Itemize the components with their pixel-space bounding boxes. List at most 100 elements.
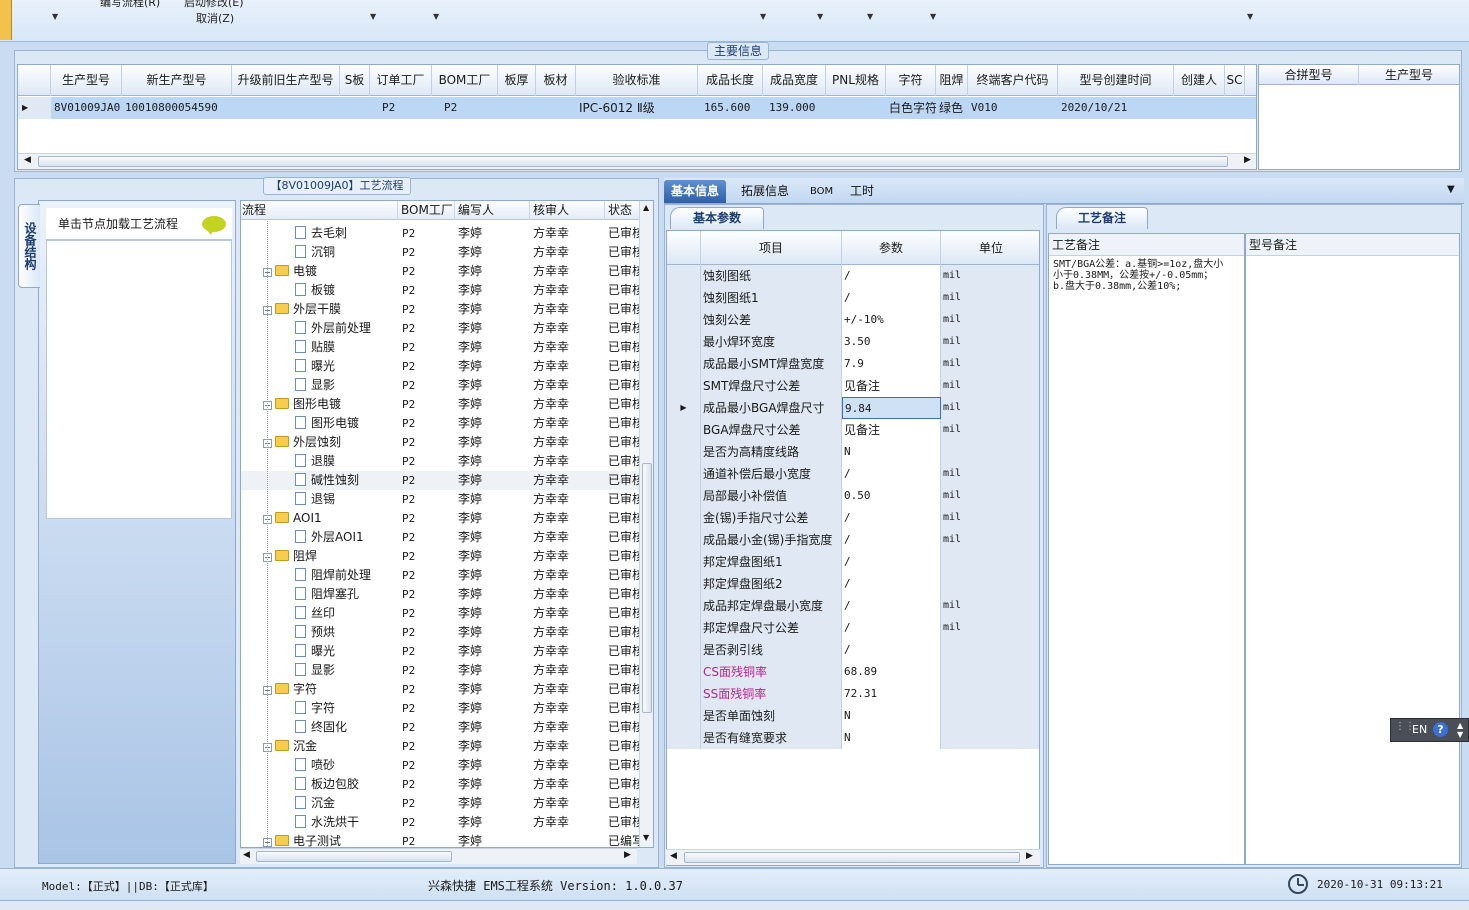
- grid-cell[interactable]: IPC-6012 Ⅱ级: [576, 97, 698, 119]
- grid-cell[interactable]: 2020/10/21: [1058, 97, 1174, 119]
- tree-node[interactable]: 板边包胶 P2 李婷 方幸幸 已审核: [241, 775, 641, 794]
- param-row[interactable]: BGA焊盘尺寸公差 见备注 mil: [667, 419, 1039, 441]
- help-icon[interactable]: ?: [1433, 722, 1448, 737]
- param-row[interactable]: 是否为高精度线路 N: [667, 441, 1039, 463]
- param-row[interactable]: SS面残铜率 72.31: [667, 683, 1039, 705]
- param-value-input[interactable]: /: [842, 529, 941, 551]
- param-row[interactable]: 金(锡)手指尺寸公差 / mil: [667, 507, 1039, 529]
- tree-node[interactable]: 碱性蚀刻 P2 李婷 方幸幸 已审核: [241, 471, 641, 490]
- grid-cell[interactable]: [232, 97, 340, 119]
- tree-node[interactable]: 曝光 P2 李婷 方幸幸 已审核: [241, 642, 641, 661]
- tree-horizontal-scrollbar[interactable]: ◀ ▶: [240, 848, 637, 864]
- tree-node[interactable]: 喷砂 P2 李婷 方幸幸 已审核: [241, 756, 641, 775]
- param-value-input[interactable]: /: [842, 573, 941, 595]
- scroll-right-icon[interactable]: ▶: [1244, 155, 1251, 165]
- grid-column-header[interactable]: 成品长度: [698, 65, 763, 96]
- param-row[interactable]: 蚀刻图纸1/mil: [667, 287, 1039, 309]
- param-value-input[interactable]: 3.50: [842, 331, 941, 353]
- basic-params-grid[interactable]: 项目 参数 单位 蚀刻图纸 / mil 蚀刻图纸1/mil 蚀刻公差 +/-10% mil 最…: [666, 230, 1040, 866]
- param-value-input[interactable]: /: [842, 507, 941, 529]
- param-value-input[interactable]: N: [842, 727, 941, 749]
- grid-cell[interactable]: [1174, 97, 1225, 119]
- grid-cell[interactable]: 绿色: [936, 97, 968, 119]
- grid-column-header[interactable]: 创建人: [1174, 65, 1225, 96]
- grid-cell[interactable]: [1225, 97, 1245, 119]
- grid-column-header[interactable]: 验收标准: [576, 65, 698, 96]
- tree-node[interactable]: 丝印 P2 李婷 方幸幸 已审核: [241, 604, 641, 623]
- grid-cell[interactable]: [826, 97, 886, 119]
- grid-column-header[interactable]: SC: [1225, 65, 1245, 96]
- tree-node[interactable]: − 图形电镀 P2 李婷 方幸幸 已审核: [241, 395, 641, 414]
- grid-cell[interactable]: [340, 97, 370, 119]
- grid-cell[interactable]: 白色字符: [886, 97, 936, 119]
- param-row[interactable]: 最小焊环宽度 3.50 mil: [667, 331, 1039, 353]
- grid-column-header[interactable]: 型号创建时间: [1058, 65, 1174, 96]
- param-row[interactable]: SMT焊盘尺寸公差 见备注 mil: [667, 375, 1039, 397]
- scroll-left-icon[interactable]: ◀: [670, 851, 677, 861]
- tree-node[interactable]: 显影 P2 李婷 方幸幸 已审核: [241, 661, 641, 680]
- tab-extended-info[interactable]: 拓展信息: [734, 180, 796, 203]
- tree-node[interactable]: − 外层干膜 P2 李婷 方幸幸 已审核: [241, 300, 641, 319]
- scroll-down-icon[interactable]: ▼: [643, 833, 649, 842]
- dropdown-arrow-icon[interactable]: ▼: [52, 12, 58, 21]
- tree-vertical-scrollbar[interactable]: ▲ ▼: [639, 201, 653, 847]
- main-info-grid[interactable]: 生产型号 新生产型号 升级前旧生产型号 S板 订单工厂 BOM工厂 板厚 板材 验收标准 成品长度…: [17, 64, 1257, 170]
- grid-cell[interactable]: [536, 97, 576, 119]
- scroll-left-icon[interactable]: ◀: [243, 850, 250, 860]
- dropdown-arrow-icon[interactable]: ▼: [867, 12, 873, 21]
- grid-column-header[interactable]: 新生产型号: [122, 65, 232, 96]
- tree-node[interactable]: − AOI1 P2 李婷 方幸幸 已审核: [241, 509, 641, 528]
- tab-bom[interactable]: BOM: [803, 180, 840, 203]
- grid-cell[interactable]: 139.000: [763, 97, 826, 119]
- tree-node[interactable]: 终固化 P2 李婷 方幸幸 已审核: [241, 718, 641, 737]
- tree-node[interactable]: 外层AOI1 P2 李婷 方幸幸 已审核: [241, 528, 641, 547]
- grid-column-header[interactable]: PNL规格: [826, 65, 886, 96]
- tree-node[interactable]: 图形电镀 P2 李婷 方幸幸 已审核: [241, 414, 641, 433]
- param-value-input[interactable]: /: [842, 265, 941, 287]
- scroll-up-icon[interactable]: ▲: [643, 203, 649, 212]
- tree-node[interactable]: 退锡 P2 李婷 方幸幸 已审核: [241, 490, 641, 509]
- tree-node[interactable]: − 字符 P2 李婷 方幸幸 已审核: [241, 680, 641, 699]
- tree-node[interactable]: − 沉金 P2 李婷 方幸幸 已审核: [241, 737, 641, 756]
- dropdown-arrow-icon[interactable]: ▼: [817, 12, 823, 21]
- tree-node[interactable]: − 阻焊 P2 李婷 方幸幸 已审核: [241, 547, 641, 566]
- param-value-input[interactable]: 72.31: [842, 683, 941, 705]
- scroll-right-icon[interactable]: ▶: [624, 850, 631, 860]
- param-row[interactable]: 局部最小补偿值 0.50 mil: [667, 485, 1039, 507]
- param-value-input[interactable]: 0.50: [842, 485, 941, 507]
- scroll-thumb[interactable]: [684, 852, 1020, 863]
- param-value-input[interactable]: 7.9: [842, 353, 941, 375]
- tree-node[interactable]: 退膜 P2 李婷 方幸幸 已审核: [241, 452, 641, 471]
- param-row[interactable]: 成品最小金(锡)手指宽度 / mil: [667, 529, 1039, 551]
- param-row[interactable]: 邦定焊盘图纸1/: [667, 551, 1039, 573]
- param-value-input[interactable]: 68.89: [842, 661, 941, 683]
- grid-cell[interactable]: [498, 97, 536, 119]
- process-tree-grid[interactable]: 流程 BOM工厂 编写人 核审人 状态 去毛刺 P2 李婷 方幸幸 已审核 沉铜 P2 李婷 方幸幸 已审…: [240, 200, 654, 848]
- param-row[interactable]: 是否单面蚀刻 N: [667, 705, 1039, 727]
- param-value-input[interactable]: /: [842, 463, 941, 485]
- merge-model-grid[interactable]: 合拼型号 生产型号: [1258, 64, 1460, 170]
- param-row[interactable]: 成品邦定焊盘最小宽度 / mil: [667, 595, 1039, 617]
- ime-toolbar[interactable]: ⋮⋮ EN ? ▲ ▼: [1390, 718, 1469, 742]
- ime-lang[interactable]: EN: [1412, 723, 1427, 736]
- param-value-input[interactable]: /: [842, 551, 941, 573]
- tree-node[interactable]: 曝光 P2 李婷 方幸幸 已审核: [241, 357, 641, 376]
- grid-column-header[interactable]: 终端客户代码: [968, 65, 1058, 96]
- tree-column-header[interactable]: BOM工厂: [398, 201, 455, 220]
- tree-column-header[interactable]: 流程: [241, 201, 398, 220]
- menu-write-process[interactable]: 编写流程(R): [100, 0, 160, 10]
- tab-basic-info[interactable]: 基本信息: [664, 180, 727, 203]
- grid-column-header[interactable]: 阻焊: [936, 65, 968, 96]
- scroll-right-icon[interactable]: ▶: [1026, 851, 1033, 861]
- grid-row-selected[interactable]: ▶ 8V01009JA0 10010800054590 P2 P2 IPC-6012 Ⅱ级…: [18, 97, 1256, 119]
- dropdown-arrow-icon[interactable]: ▼: [370, 12, 376, 21]
- param-value-input[interactable]: /: [842, 287, 941, 309]
- grid-column-header[interactable]: 板厚: [498, 65, 536, 96]
- tree-node[interactable]: 阻焊前处理 P2 李婷 方幸幸 已审核: [241, 566, 641, 585]
- tree-node[interactable]: 阻焊塞孔 P2 李婷 方幸幸 已审核: [241, 585, 641, 604]
- basic-params-tab[interactable]: 基本参数: [670, 207, 764, 229]
- param-row[interactable]: 邦定焊盘图纸2/: [667, 573, 1039, 595]
- param-value-input[interactable]: N: [842, 441, 941, 463]
- param-value-input[interactable]: 9.84: [842, 397, 941, 419]
- grid-cell[interactable]: P2: [432, 97, 498, 119]
